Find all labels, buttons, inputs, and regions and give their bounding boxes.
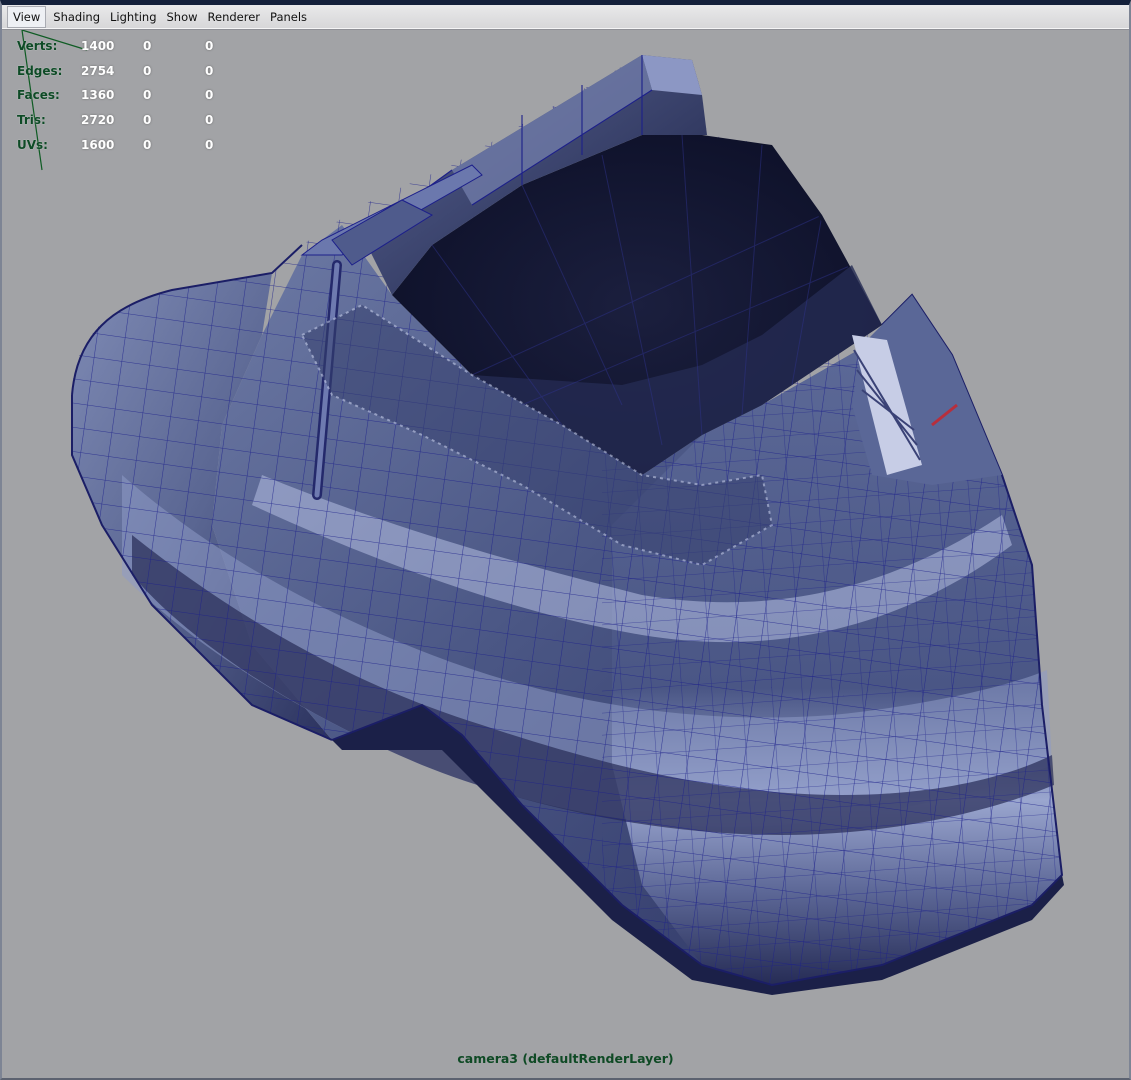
hud-label: Edges: bbox=[17, 63, 63, 78]
hud-label: UVs: bbox=[17, 137, 48, 152]
hud-value: 0 bbox=[205, 137, 214, 152]
hud-value: 1360 bbox=[81, 88, 115, 103]
hud-row-uvs: UVs: 1600 0 0 bbox=[17, 132, 267, 157]
hud-label: Tris: bbox=[17, 113, 46, 128]
poly-count-hud: Verts: 1400 0 0 Edges: 2754 0 0 Faces: 1… bbox=[17, 34, 267, 157]
hud-label: Verts: bbox=[17, 39, 58, 54]
hud-value: 1600 bbox=[81, 137, 115, 152]
hud-row-faces: Faces: 1360 0 0 bbox=[17, 83, 267, 108]
hud-row-tris: Tris: 2720 0 0 bbox=[17, 108, 267, 133]
menu-view[interactable]: View bbox=[7, 6, 47, 28]
hud-value: 0 bbox=[205, 63, 214, 78]
hud-value: 0 bbox=[205, 113, 214, 128]
hud-value: 0 bbox=[143, 63, 152, 78]
hud-value: 0 bbox=[205, 88, 214, 103]
hud-value: 2754 bbox=[81, 63, 115, 78]
menu-shading[interactable]: Shading bbox=[48, 7, 105, 27]
hud-value: 0 bbox=[143, 88, 152, 103]
hud-value: 0 bbox=[143, 137, 152, 152]
menu-panels[interactable]: Panels bbox=[265, 7, 312, 27]
panel-menubar: View Shading Lighting Show Renderer Pane… bbox=[2, 5, 1129, 30]
camera-name-label: camera3 (defaultRenderLayer) bbox=[457, 1051, 674, 1066]
maya-viewport-panel: View Shading Lighting Show Renderer Pane… bbox=[0, 0, 1131, 1080]
menu-lighting[interactable]: Lighting bbox=[105, 7, 161, 27]
hud-value: 0 bbox=[205, 39, 214, 54]
hud-value: 0 bbox=[143, 113, 152, 128]
menu-renderer[interactable]: Renderer bbox=[203, 7, 266, 27]
shoe-model-render[interactable] bbox=[2, 30, 1129, 1078]
3d-viewport[interactable]: Verts: 1400 0 0 Edges: 2754 0 0 Faces: 1… bbox=[2, 30, 1129, 1078]
hud-row-edges: Edges: 2754 0 0 bbox=[17, 59, 267, 84]
hud-value: 0 bbox=[143, 39, 152, 54]
hud-label: Faces: bbox=[17, 88, 60, 103]
hud-value: 1400 bbox=[81, 39, 115, 54]
hud-row-verts: Verts: 1400 0 0 bbox=[17, 34, 267, 59]
menu-show[interactable]: Show bbox=[162, 7, 203, 27]
hud-value: 2720 bbox=[81, 113, 115, 128]
